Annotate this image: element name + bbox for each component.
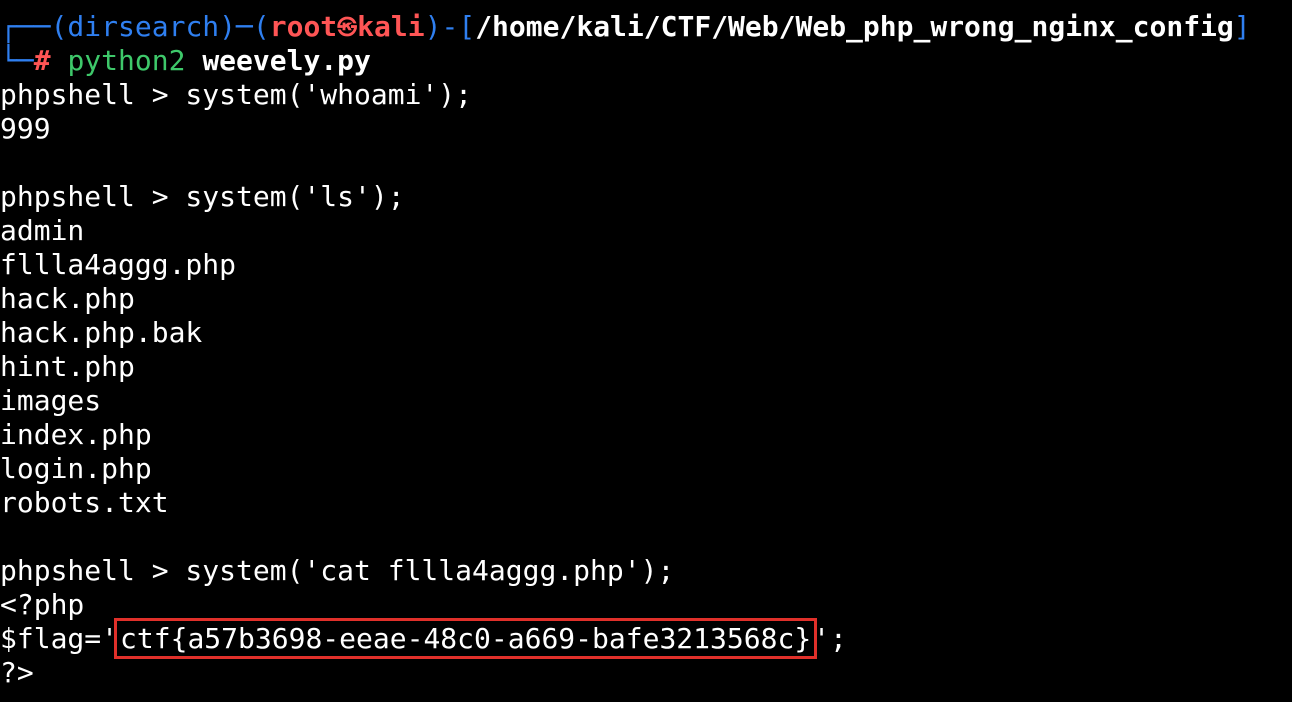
prompt-hash: #: [33, 44, 51, 77]
prompt-close-paren: ): [424, 10, 442, 43]
prompt-host: kali: [357, 10, 425, 43]
output-line: <?php: [0, 588, 85, 621]
output-line: hint.php: [0, 350, 135, 383]
output-line: phpshell > system('whoami');: [0, 78, 473, 111]
prompt-venv: (dirsearch): [50, 10, 237, 43]
prompt-path-close: ]: [1233, 10, 1251, 43]
flag-value-highlight: ctf{a57b3698-eeae-48c0-a669-bafe3213568c…: [114, 618, 818, 659]
flag-line: $flag='ctf{a57b3698-eeae-48c0-a669-bafe3…: [0, 618, 1292, 659]
output-line: index.php: [0, 418, 152, 451]
prompt-path-open: [: [458, 10, 476, 43]
output-line: phpshell > system('cat fllla4aggg.php');: [0, 554, 675, 587]
output-line: phpshell > system('ls');: [0, 180, 405, 213]
output-line: hack.php: [0, 282, 135, 315]
flag-prefix: $flag=': [0, 622, 119, 655]
prompt-corner-bottom: └─: [0, 44, 34, 77]
prompt-header-line: ┌──(dirsearch)─(root㉿kali)-[/home/kali/C…: [0, 10, 1292, 44]
output-line: 999: [0, 112, 51, 145]
output-line: robots.txt: [0, 486, 169, 519]
prompt-at-icon: ㉿: [337, 15, 358, 39]
output-line: hack.php.bak: [0, 316, 203, 349]
terminal-window[interactable]: ┌──(dirsearch)─(root㉿kali)-[/home/kali/C…: [0, 10, 1292, 702]
prompt-command-line: └─# python2 weevely.py: [0, 44, 1292, 78]
prompt-dash: ─: [236, 10, 253, 43]
prompt-open-paren: (: [252, 10, 270, 43]
prompt-path-dash: -: [441, 10, 459, 43]
output-line: images: [0, 384, 102, 417]
output-line: ?>: [0, 656, 34, 689]
output-line: login.php: [0, 452, 152, 485]
flag-suffix: ';: [813, 622, 847, 655]
command-name: python2: [67, 44, 186, 77]
prompt-corner-top: ┌──: [0, 10, 51, 43]
command-arg: weevely.py: [202, 44, 371, 77]
output-line: admin: [0, 214, 85, 247]
prompt-user: root: [269, 10, 338, 43]
output-line: fllla4aggg.php: [0, 248, 237, 281]
prompt-path: /home/kali/CTF/Web/Web_php_wrong_nginx_c…: [475, 10, 1234, 43]
